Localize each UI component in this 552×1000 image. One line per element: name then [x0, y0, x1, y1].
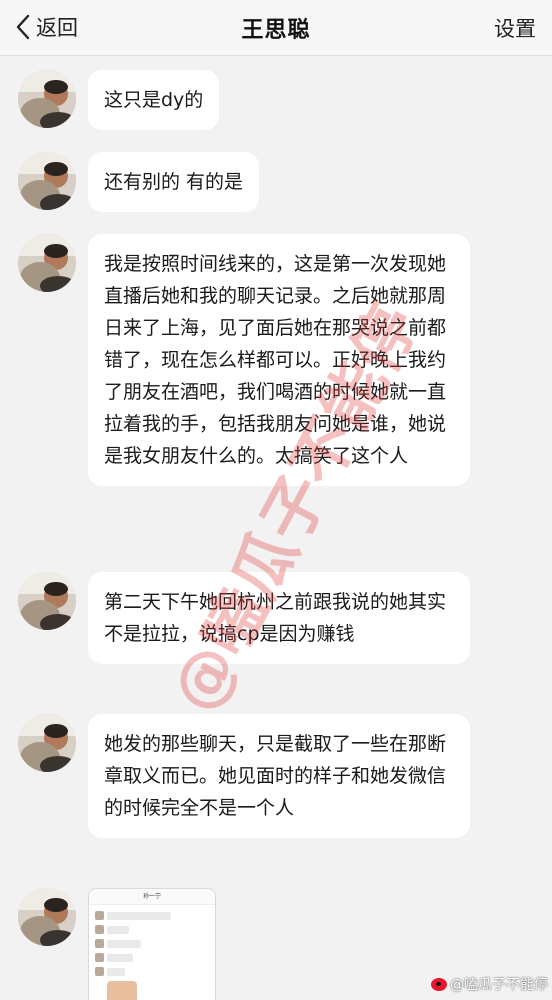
avatar[interactable] — [18, 572, 76, 630]
avatar-photo-icon — [18, 888, 76, 946]
thumbnail-chat-line — [95, 925, 129, 934]
message-bubble: 还有别的 有的是 — [88, 152, 260, 212]
avatar-photo-icon — [18, 70, 76, 128]
thumbnail-chat-line — [95, 939, 141, 948]
nav-bar: 返回 王思聪 设置 — [0, 0, 552, 56]
thumbnail-header: 孙一宁 — [89, 889, 215, 905]
avatar-photo-icon — [18, 572, 76, 630]
avatar-photo-icon — [18, 152, 76, 210]
avatar[interactable] — [18, 70, 76, 128]
avatar-photo-icon — [18, 714, 76, 772]
thumbnail-chat-line — [95, 953, 133, 962]
message-bubble: 这只是dy的 — [88, 70, 220, 130]
avatar[interactable] — [18, 152, 76, 210]
screenshot-image-message[interactable]: 孙一宁 — [88, 888, 216, 1000]
message-bubble: 她发的那些聊天，只是截取了一些在那断章取义而已。她见面时的样子和她发微信的时候完… — [88, 714, 470, 838]
weibo-watermark-text: @嗑瓜子不能停 — [450, 977, 548, 993]
avatar-photo-icon — [18, 234, 76, 292]
thumbnail-face-sticker — [107, 981, 137, 1000]
weibo-watermark: @嗑瓜子不能停 — [431, 974, 548, 994]
thumbnail-chat-line — [95, 911, 171, 920]
avatar[interactable] — [18, 888, 76, 946]
avatar[interactable] — [18, 714, 76, 772]
chat-title: 王思聪 — [241, 18, 311, 43]
settings-button[interactable]: 设置 — [494, 13, 536, 43]
weibo-icon — [431, 977, 447, 991]
thumbnail-chat-line — [95, 967, 125, 976]
avatar[interactable] — [18, 234, 76, 292]
